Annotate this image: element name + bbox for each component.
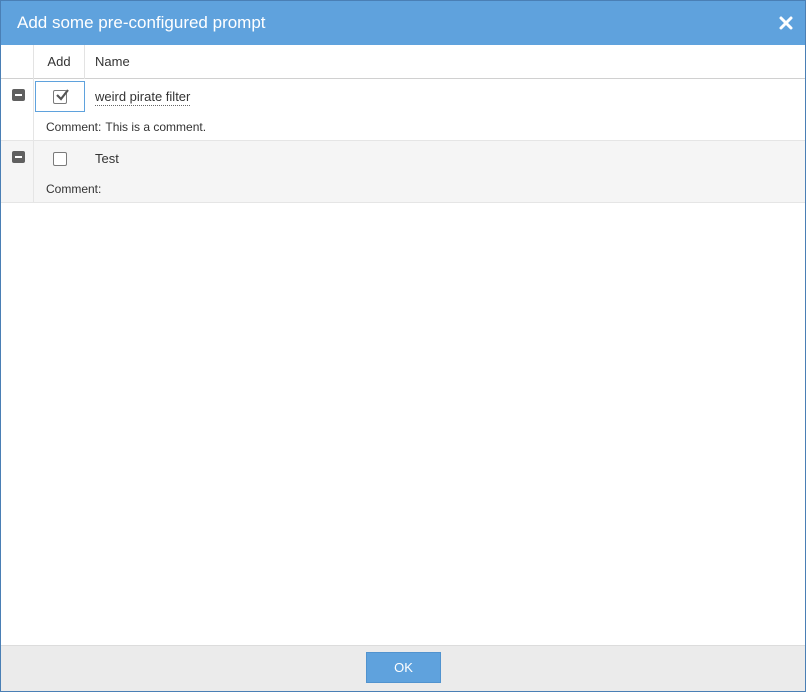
name-column-header[interactable]: Name <box>85 45 285 79</box>
expander-cell <box>1 79 34 140</box>
dialog-footer: OK <box>1 645 805 691</box>
dialog-titlebar[interactable]: Add some pre-configured prompt <box>1 1 805 45</box>
table-row[interactable]: Test Comment: <box>1 141 805 203</box>
add-checkbox-cell[interactable] <box>35 81 85 112</box>
prompt-name[interactable]: weird pirate filter <box>95 89 191 106</box>
prompt-comment: Comment: This is a comment. <box>46 120 206 134</box>
collapse-row-icon[interactable] <box>12 151 25 163</box>
prompt-grid: Add Name weird pirate filter Comment: Thi… <box>1 45 805 203</box>
checkmark-icon <box>56 89 69 101</box>
prompt-comment: Comment: <box>46 182 105 196</box>
close-icon[interactable] <box>777 14 795 32</box>
add-prompt-dialog: Add some pre-configured prompt Add Name … <box>0 0 806 692</box>
expander-cell <box>1 141 34 202</box>
add-checkbox-cell[interactable] <box>35 143 85 174</box>
add-checkbox[interactable] <box>53 89 69 104</box>
comment-label: Comment: <box>46 120 102 134</box>
add-checkbox[interactable] <box>53 152 67 166</box>
prompt-name[interactable]: Test <box>95 151 119 167</box>
comment-label: Comment: <box>46 182 102 196</box>
expander-column-header <box>1 45 34 79</box>
dialog-title: Add some pre-configured prompt <box>17 13 266 32</box>
grid-header: Add Name <box>1 45 805 79</box>
add-column-header[interactable]: Add <box>34 45 85 79</box>
collapse-row-icon[interactable] <box>12 89 25 101</box>
comment-value: This is a comment. <box>105 120 207 134</box>
table-row[interactable]: weird pirate filter Comment: This is a co… <box>1 79 805 141</box>
ok-button[interactable]: OK <box>366 652 441 683</box>
